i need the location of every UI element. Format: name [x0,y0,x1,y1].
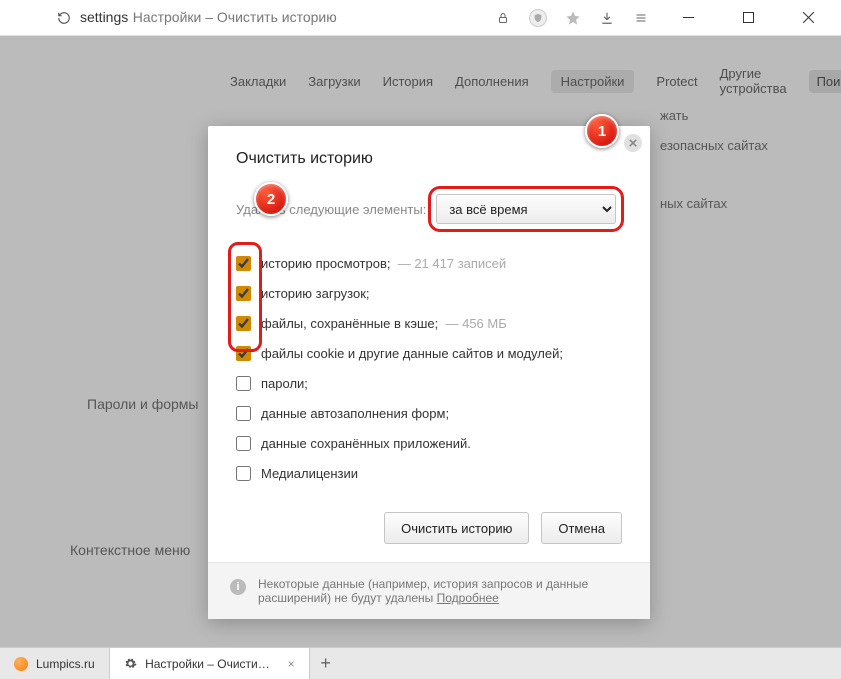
checkbox-autofill[interactable] [236,406,251,421]
window-titlebar: settings Настройки – Очистить историю [0,0,841,36]
tab-lumpics[interactable]: Lumpics.ru [0,648,110,679]
favicon-orange-icon [14,657,28,671]
bookmark-star-icon[interactable] [565,10,581,26]
reload-icon[interactable] [56,10,72,26]
new-tab-button[interactable]: + [310,648,342,679]
option-autofill[interactable]: данные автозаполнения форм; [236,398,622,428]
dialog-title: Очистить историю [236,150,622,168]
clear-options-list: историю просмотров; — 21 417 записей ист… [236,248,622,488]
option-download-history[interactable]: историю загрузок; [236,278,622,308]
checkbox-download-history[interactable] [236,286,251,301]
checkbox-app-data[interactable] [236,436,251,451]
window-maximize-button[interactable] [727,3,769,33]
tab-settings-page[interactable]: Настройки – Очистить и × [110,648,310,679]
lock-icon[interactable] [495,10,511,26]
tab-close-icon[interactable]: × [288,657,295,671]
option-app-data[interactable]: данные сохранённых приложений. [236,428,622,458]
page-content: Закладки Загрузки История Дополнения Нас… [0,36,841,679]
dialog-close-button[interactable] [624,134,642,152]
option-media-licenses[interactable]: Медиалицензии [236,458,622,488]
clear-history-button[interactable]: Очистить историю [384,512,529,544]
footer-text: Некоторые данные (например, история запр… [258,577,588,605]
option-cache[interactable]: файлы, сохранённые в кэше; — 456 МБ [236,308,622,338]
checkbox-browsing-history[interactable] [236,256,251,271]
dialog-footer: i Некоторые данные (например, история за… [208,562,650,619]
option-cookies[interactable]: файлы cookie и другие данные сайтов и мо… [236,338,622,368]
downloads-icon[interactable] [599,10,615,26]
info-icon: i [230,579,246,595]
option-browsing-history[interactable]: историю просмотров; — 21 417 записей [236,248,622,278]
url-path: settings [80,9,128,25]
cancel-button[interactable]: Отмена [541,512,622,544]
menu-icon[interactable] [633,10,649,26]
checkbox-cookies[interactable] [236,346,251,361]
window-minimize-button[interactable] [667,3,709,33]
url-title: Настройки – Очистить историю [133,9,337,25]
option-passwords[interactable]: пароли; [236,368,622,398]
browser-tabstrip: Lumpics.ru Настройки – Очистить и × + [0,647,841,679]
shield-icon[interactable] [529,9,547,27]
checkbox-passwords[interactable] [236,376,251,391]
checkbox-media-licenses[interactable] [236,466,251,481]
gear-icon [124,657,137,671]
footer-learn-more-link[interactable]: Подробнее [437,591,499,605]
time-period-select[interactable]: за всё время [436,194,616,224]
address-bar[interactable]: settings Настройки – Очистить историю [80,9,337,27]
annotation-badge-1: 1 [585,114,619,148]
window-close-button[interactable] [787,3,829,33]
checkbox-cache[interactable] [236,316,251,331]
annotation-badge-2: 2 [254,182,288,216]
